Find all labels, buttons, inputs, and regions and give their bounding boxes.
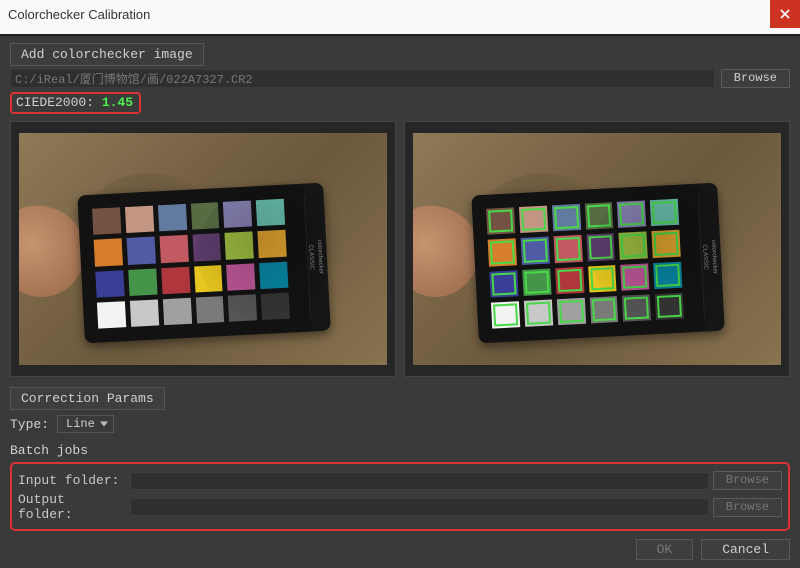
card-brand-label: colorcheckerCLASSIC (698, 193, 721, 322)
output-folder-field[interactable] (130, 498, 709, 516)
color-swatch (158, 204, 187, 232)
input-folder-field[interactable] (130, 472, 709, 490)
colorchecker-card-detected: colorcheckerCLASSIC (471, 183, 724, 344)
close-icon (780, 9, 790, 19)
color-swatch (619, 232, 648, 260)
preview-detected: colorcheckerCLASSIC (404, 121, 790, 377)
color-swatch (650, 199, 679, 227)
color-swatch (159, 235, 188, 263)
color-swatch (228, 294, 257, 322)
type-select[interactable]: Line (57, 415, 114, 433)
color-swatch (524, 299, 553, 327)
dialog-footer: OK Cancel (10, 539, 790, 560)
add-colorchecker-button[interactable]: Add colorchecker image (10, 43, 204, 66)
color-swatch (97, 301, 126, 329)
colorchecker-card-original: colorcheckerCLASSIC (77, 183, 330, 344)
ok-button[interactable]: OK (636, 539, 694, 560)
type-row: Type: Line (10, 415, 790, 433)
color-swatch (261, 292, 290, 320)
card-brand-label: colorcheckerCLASSIC (304, 193, 327, 322)
color-swatch (226, 263, 255, 291)
output-folder-row: Output folder: Browse (18, 492, 782, 522)
batch-jobs-label: Batch jobs (10, 443, 790, 458)
batch-jobs-box: Input folder: Browse Output folder: Brow… (10, 462, 790, 531)
color-swatch (617, 200, 646, 228)
image-path-input[interactable]: C:/iReal/厦门博物馆/画/022A7327.CR2 (10, 69, 715, 88)
color-swatch (225, 232, 254, 260)
dialog-body: Add colorchecker image C:/iReal/厦门博物馆/画/… (0, 36, 800, 568)
titlebar: Colorchecker Calibration (0, 0, 800, 28)
color-swatch (161, 266, 190, 294)
correction-params-tab[interactable]: Correction Params (10, 387, 165, 410)
color-swatch (192, 233, 221, 261)
close-button[interactable] (770, 0, 800, 28)
color-swatch (194, 265, 223, 293)
color-swatch (519, 206, 548, 234)
color-swatch (586, 233, 615, 261)
type-value: Line (66, 417, 95, 431)
type-label: Type: (10, 417, 49, 432)
color-swatch (552, 204, 581, 232)
color-swatch (92, 207, 121, 235)
color-swatch (195, 296, 224, 324)
color-swatch (553, 235, 582, 263)
window-title: Colorchecker Calibration (8, 7, 150, 22)
browse-image-button[interactable]: Browse (721, 69, 790, 88)
color-swatch (520, 237, 549, 265)
color-swatch (94, 239, 123, 267)
chevron-down-icon (100, 422, 108, 427)
color-swatch (126, 237, 155, 265)
color-swatch (620, 263, 649, 291)
color-swatch (486, 207, 515, 235)
color-swatch (256, 199, 285, 227)
browse-output-folder-button[interactable]: Browse (713, 498, 782, 517)
color-swatch (190, 202, 219, 230)
swatch-grid (92, 199, 290, 329)
output-folder-label: Output folder: (18, 492, 126, 522)
color-swatch (130, 299, 159, 327)
color-swatch (95, 270, 124, 298)
color-swatch (556, 298, 585, 326)
browse-input-folder-button[interactable]: Browse (713, 471, 782, 490)
preview-original: colorcheckerCLASSIC (10, 121, 396, 377)
original-image: colorcheckerCLASSIC (19, 133, 387, 365)
color-swatch (223, 200, 252, 228)
color-swatch (128, 268, 157, 296)
ciede-value: 1.45 (102, 95, 133, 110)
color-swatch (555, 266, 584, 294)
color-swatch (488, 239, 517, 267)
preview-row: colorcheckerCLASSIC colorcheckerCLASSIC (10, 121, 790, 377)
color-swatch (622, 294, 651, 322)
color-swatch (584, 202, 613, 230)
color-swatch (652, 230, 681, 258)
color-swatch (588, 265, 617, 293)
cancel-button[interactable]: Cancel (701, 539, 790, 560)
color-swatch (259, 261, 288, 289)
ciede-label: CIEDE2000: (16, 95, 94, 110)
image-path-row: C:/iReal/厦门博物馆/画/022A7327.CR2 Browse (10, 69, 790, 88)
color-swatch (125, 206, 154, 234)
ciede-readout: CIEDE2000: 1.45 (10, 92, 141, 114)
color-swatch (522, 268, 551, 296)
color-swatch (653, 261, 682, 289)
input-folder-label: Input folder: (18, 473, 126, 488)
color-swatch (162, 298, 191, 326)
color-swatch (655, 292, 684, 320)
color-swatch (489, 270, 518, 298)
input-folder-row: Input folder: Browse (18, 471, 782, 490)
color-swatch (589, 296, 618, 324)
detected-image: colorcheckerCLASSIC (413, 133, 781, 365)
color-swatch (491, 301, 520, 329)
color-swatch (258, 230, 287, 258)
swatch-grid (486, 199, 684, 329)
